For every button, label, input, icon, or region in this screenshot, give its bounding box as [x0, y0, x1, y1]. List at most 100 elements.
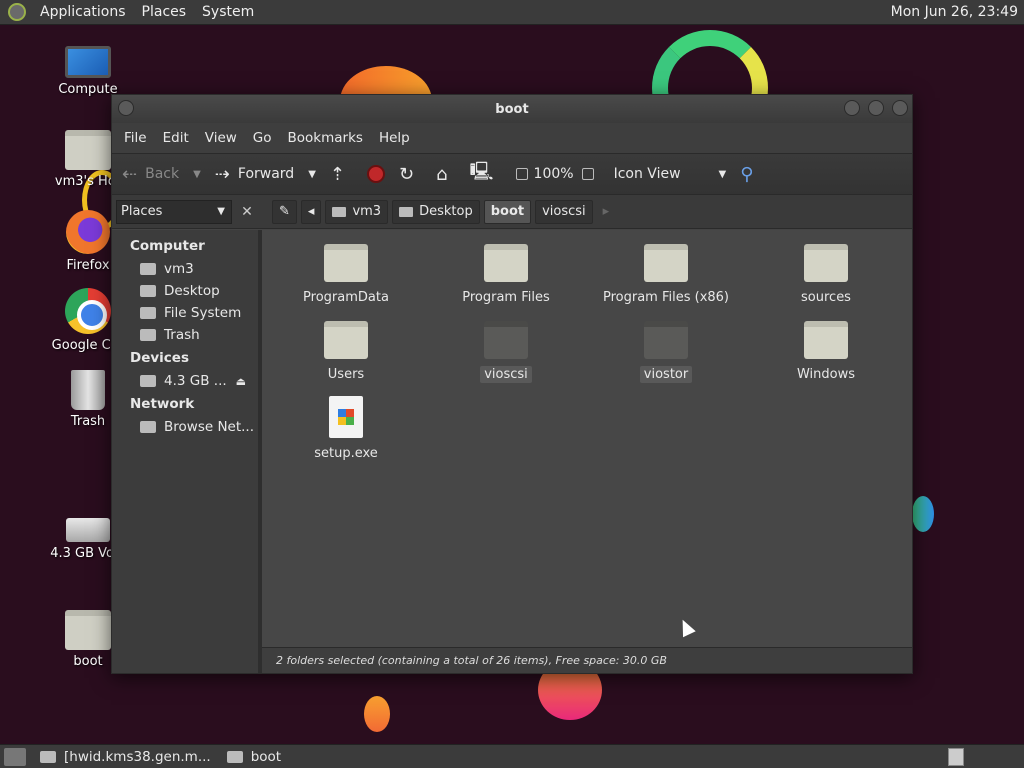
folder-icon: [484, 244, 528, 282]
status-text: 2 folders selected (containing a total o…: [276, 654, 667, 667]
status-bar: 2 folders selected (containing a total o…: [262, 647, 912, 673]
menu-edit[interactable]: Edit: [155, 130, 197, 146]
breadcrumb-scroll-right[interactable]: ▸: [597, 200, 616, 224]
taskbar-item-boot[interactable]: boot: [219, 746, 289, 768]
forward-arrow-icon: ⇢: [214, 163, 230, 185]
menu-go[interactable]: Go: [245, 130, 280, 146]
folder-icon: [804, 321, 848, 359]
sidebar-item-vm3[interactable]: vm3: [112, 258, 258, 280]
workspace-switcher[interactable]: [948, 747, 964, 766]
file-item-programdata[interactable]: ProgramData: [266, 244, 426, 305]
folder-icon: [644, 321, 688, 359]
back-button[interactable]: ⇠ Back ▼: [122, 164, 201, 185]
folder-icon: [644, 244, 688, 282]
toolbar: ⇠ Back ▼ ⇢ Forward ▼ ⇡ ↻ ⌂ 🖳 100% Icon V…: [112, 153, 912, 195]
breadcrumb-scroll-left[interactable]: ◂: [300, 199, 322, 224]
search-button[interactable]: ⚲: [740, 164, 761, 185]
clock[interactable]: Mon Jun 26, 23:49: [891, 4, 1024, 20]
folder-icon: [324, 244, 368, 282]
file-manager-window: boot File Edit View Go Bookmarks Help ⇠ …: [111, 94, 913, 674]
folder-icon: [65, 610, 111, 650]
file-item-vioscsi[interactable]: vioscsi: [426, 321, 586, 383]
window-content: Computer vm3 Desktop File System Trash D…: [112, 230, 912, 673]
desktop-folder-icon: [140, 285, 156, 297]
zoom-control[interactable]: 100%: [515, 166, 600, 182]
bottom-panel: [hwid.kms38.gen.m... boot: [0, 744, 1024, 768]
maximize-button[interactable]: [868, 100, 884, 116]
breadcrumb-boot[interactable]: boot: [483, 199, 532, 224]
menubar: File Edit View Go Bookmarks Help: [112, 123, 912, 153]
forward-history-dropdown-icon[interactable]: ▼: [308, 169, 316, 180]
close-button[interactable]: [892, 100, 908, 116]
file-item-sources[interactable]: sources: [746, 244, 906, 305]
back-history-dropdown-icon[interactable]: ▼: [193, 169, 201, 180]
home-button[interactable]: ⌂: [436, 164, 455, 185]
stop-button[interactable]: [367, 165, 385, 183]
menu-places[interactable]: Places: [134, 4, 195, 20]
breadcrumb-vm3[interactable]: vm3: [325, 199, 389, 224]
sidebar-pane-select[interactable]: Places ▼: [116, 199, 232, 224]
zoom-level: 100%: [533, 166, 574, 182]
computer-button[interactable]: 🖳: [470, 159, 502, 189]
folder-icon: [484, 321, 528, 359]
sidebar-section-computer: Computer: [130, 238, 205, 254]
window-title: boot: [495, 101, 529, 117]
places-sidebar: Computer vm3 Desktop File System Trash D…: [112, 230, 262, 673]
close-sidebar-button[interactable]: ✕: [236, 201, 258, 223]
menu-applications[interactable]: Applications: [32, 4, 134, 20]
menu-file[interactable]: File: [116, 130, 155, 146]
window-titlebar[interactable]: boot: [112, 95, 912, 123]
up-arrow-icon: ⇡: [329, 163, 345, 185]
show-desktop-button[interactable]: [4, 747, 26, 766]
file-item-setup-exe[interactable]: setup.exe: [266, 396, 426, 461]
breadcrumb: ✎ ◂ vm3 Desktop boot vioscsi ▸: [272, 199, 616, 224]
sidebar-item-volume[interactable]: 4.3 GB ... ⏏: [112, 370, 258, 392]
eject-icon[interactable]: ⏏: [236, 375, 246, 388]
forward-button[interactable]: ⇢ Forward ▼: [215, 164, 316, 185]
menu-view[interactable]: View: [197, 130, 245, 146]
sidebar-item-trash[interactable]: Trash: [112, 324, 258, 346]
view-mode-select[interactable]: Icon View ▼: [614, 166, 727, 182]
stop-icon: [367, 165, 385, 183]
bg-shape: [364, 696, 390, 732]
minimize-button[interactable]: [844, 100, 860, 116]
distro-logo-icon[interactable]: [8, 3, 26, 21]
search-icon: ⚲: [740, 163, 754, 185]
chevron-down-icon: ▼: [718, 168, 727, 180]
zoom-out-icon[interactable]: [515, 168, 528, 180]
window-menu-button[interactable]: [118, 100, 134, 116]
menu-help[interactable]: Help: [371, 130, 418, 146]
desktop-folder-icon: [399, 206, 414, 217]
zoom-in-icon[interactable]: [581, 168, 594, 180]
home-folder-icon: [140, 263, 156, 275]
sidebar-section-devices: Devices: [130, 350, 189, 366]
reload-icon: ↻: [399, 163, 415, 185]
computer-icon: [65, 46, 111, 78]
sidebar-item-browse-network[interactable]: Browse Net...: [112, 416, 258, 438]
file-item-program-files-x86[interactable]: Program Files (x86): [586, 244, 746, 305]
sidebar-item-file-system[interactable]: File System: [112, 302, 258, 324]
file-item-program-files[interactable]: Program Files: [426, 244, 586, 305]
breadcrumb-vioscsi[interactable]: vioscsi: [535, 199, 593, 224]
up-button[interactable]: ⇡: [330, 164, 353, 185]
folder-icon: [804, 244, 848, 282]
file-item-users[interactable]: Users: [266, 321, 426, 382]
breadcrumb-desktop[interactable]: Desktop: [392, 199, 480, 224]
folder-icon: [40, 750, 56, 763]
file-view[interactable]: ProgramData Program Files Program Files …: [262, 230, 912, 673]
bg-shape: [912, 496, 934, 532]
desktop-icon-computer[interactable]: Compute: [40, 46, 136, 97]
taskbar-item-terminal[interactable]: [hwid.kms38.gen.m...: [32, 746, 219, 768]
trash-icon: [71, 370, 105, 410]
toggle-location-entry-button[interactable]: ✎: [272, 199, 297, 224]
sidebar-item-desktop[interactable]: Desktop: [112, 280, 258, 302]
menu-system[interactable]: System: [194, 4, 262, 20]
file-item-viostor[interactable]: viostor: [586, 321, 746, 383]
chevron-down-icon: ▼: [217, 206, 225, 217]
firefox-icon: [66, 210, 110, 254]
chrome-icon: [65, 288, 111, 334]
menu-bookmarks[interactable]: Bookmarks: [280, 130, 371, 146]
file-item-windows[interactable]: Windows: [746, 321, 906, 382]
reload-button[interactable]: ↻: [399, 164, 422, 185]
trash-icon: [140, 329, 156, 341]
